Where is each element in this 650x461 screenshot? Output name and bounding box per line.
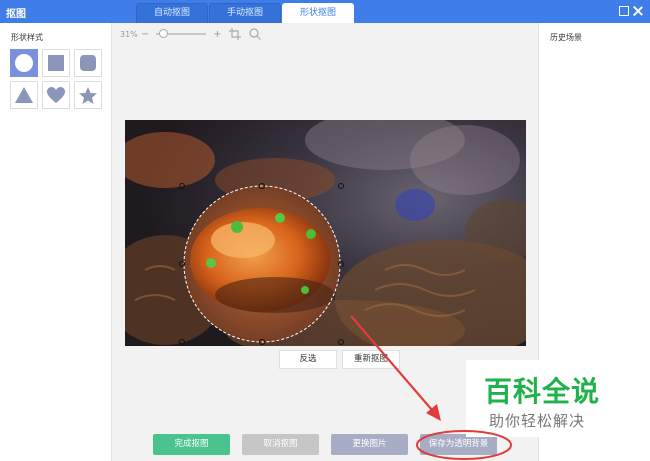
zoom-in-icon[interactable]: + <box>213 29 221 40</box>
shape-style-panel: 形状样式 <box>0 23 112 461</box>
shape-square-button[interactable] <box>42 49 70 77</box>
tab-manual-matting[interactable]: 手动抠图 <box>209 3 281 23</box>
food-photo <box>125 120 526 346</box>
history-title: 历史场景 <box>550 33 582 42</box>
close-icon[interactable] <box>633 6 643 16</box>
crop-icon[interactable] <box>228 28 241 40</box>
zoom-slider-handle[interactable] <box>159 29 169 38</box>
shape-triangle-button[interactable] <box>10 81 38 109</box>
title-bar: 抠图 自动抠图 手动抠图 形状抠图 <box>0 0 650 23</box>
zoom-slider[interactable] <box>156 29 207 38</box>
change-image-button[interactable]: 更换图片 <box>331 434 408 455</box>
cancel-matting-button[interactable]: 取消抠图 <box>242 434 319 455</box>
circle-icon <box>15 54 33 72</box>
actual-size-icon[interactable] <box>248 28 261 40</box>
zoom-toolbar: 31% − + <box>120 27 261 41</box>
shape-heart-button[interactable] <box>42 81 70 109</box>
app-title: 抠图 <box>6 9 26 20</box>
invert-selection-button[interactable]: 反选 <box>279 350 337 369</box>
rematte-button[interactable]: 重新抠图 <box>342 350 400 369</box>
zoom-level: 31% <box>120 29 138 39</box>
square-icon <box>48 55 64 71</box>
shape-circle-button[interactable] <box>10 49 38 77</box>
triangle-icon <box>15 87 33 103</box>
shape-style-title: 形状样式 <box>11 33 43 42</box>
star-icon <box>79 86 97 104</box>
maximize-icon[interactable] <box>619 6 629 16</box>
shape-star-button[interactable] <box>74 81 102 109</box>
watermark-title: 百科全说 <box>484 375 601 408</box>
shape-rounded-square-button[interactable] <box>74 49 102 77</box>
watermark-subtitle: 助你轻松解决 <box>489 412 586 430</box>
heart-icon <box>47 87 65 103</box>
complete-matting-button[interactable]: 完成抠图 <box>153 434 230 455</box>
watermark: 百科全说 助你轻松解决 <box>466 360 634 437</box>
photo-canvas[interactable] <box>125 120 526 346</box>
tab-shape-matting[interactable]: 形状抠图 <box>282 3 354 23</box>
rounded-square-icon <box>80 55 96 71</box>
zoom-out-icon[interactable]: − <box>141 29 149 40</box>
save-transparent-button[interactable]: 保存为透明背景 <box>420 434 497 455</box>
tab-auto-matting[interactable]: 自动抠图 <box>136 3 208 23</box>
